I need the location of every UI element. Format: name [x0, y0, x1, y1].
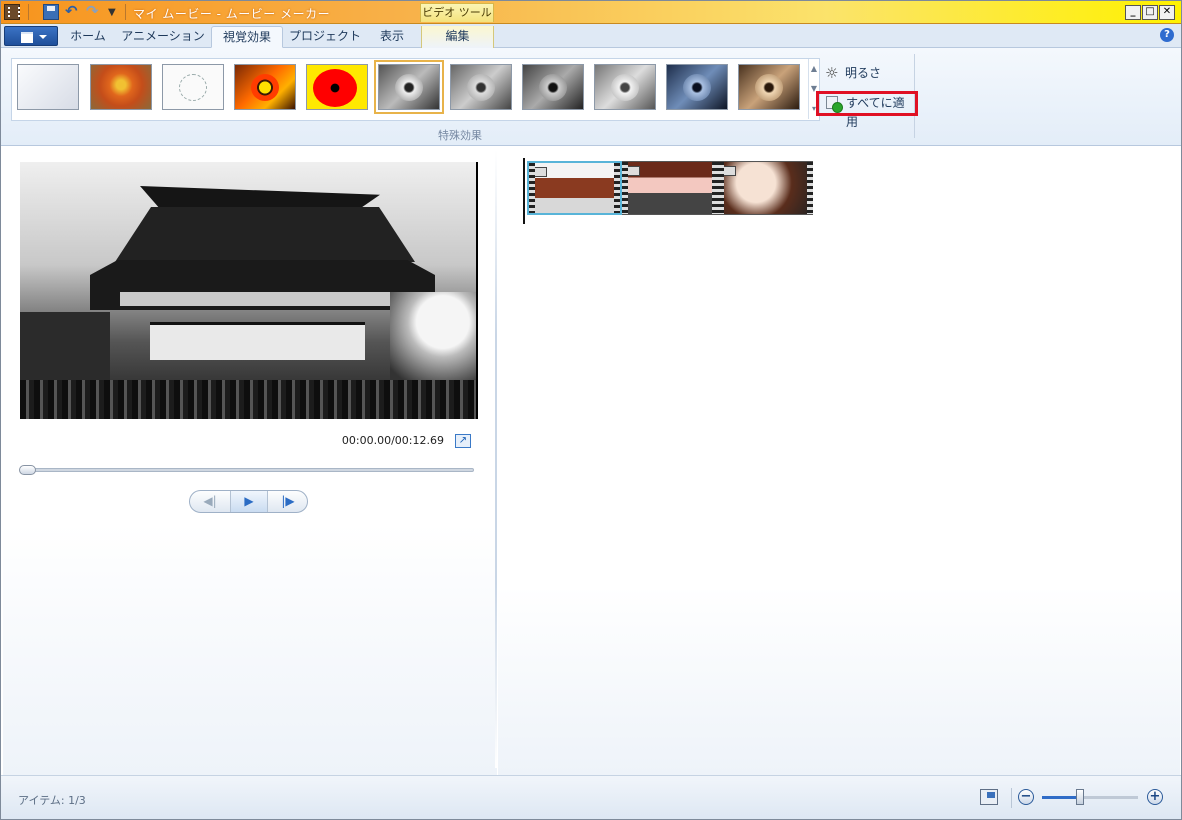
effect-thumb-threshold[interactable]: [306, 64, 368, 110]
flower: [611, 74, 639, 101]
status-separator: [1011, 788, 1012, 808]
tab-home[interactable]: ホーム: [62, 26, 114, 48]
effect-thumb-sepia[interactable]: [738, 64, 800, 110]
play-button[interactable]: ▶: [230, 491, 268, 512]
temple-roof-top: [140, 186, 380, 208]
qat-customize-dropdown-icon[interactable]: ▼: [108, 4, 116, 22]
gallery-scroll-up-button[interactable]: ▲: [808, 59, 819, 79]
zoom-in-button[interactable]: +: [1147, 789, 1163, 805]
item-count: アイテム: 1/3: [18, 794, 86, 807]
clip-video-icon: [533, 167, 547, 177]
clip-video-icon: [626, 166, 640, 176]
file-menu-button[interactable]: [4, 26, 58, 46]
apply-all-icon: [826, 96, 843, 113]
flower: [755, 74, 783, 101]
flower-outline: [179, 74, 207, 101]
fullscreen-icon[interactable]: ↗: [455, 434, 471, 448]
pane-splitter[interactable]: [495, 150, 497, 768]
zoom-slider-fill: [1042, 796, 1081, 799]
contextual-tab-group-label: ビデオ ツール: [420, 3, 494, 22]
video-preview[interactable]: [20, 162, 478, 419]
thumbnail-size-icon[interactable]: [980, 789, 998, 805]
previous-frame-button[interactable]: ◀|: [190, 491, 230, 512]
zoom-out-button[interactable]: −: [1018, 789, 1034, 805]
status-bar: アイテム: 1/3 − +: [0, 775, 1182, 820]
brightness-label: 明るさ: [845, 66, 882, 80]
effect-thumb-black-and-white-orange[interactable]: [450, 64, 512, 110]
effects-gallery: ▲ ▼ ▾: [11, 58, 820, 121]
seek-bar-thumb[interactable]: [19, 465, 36, 475]
flower: [313, 69, 357, 107]
storyboard-clip-1[interactable]: [527, 161, 622, 215]
effect-thumb-edge-detection[interactable]: [162, 64, 224, 110]
help-icon[interactable]: ?: [1160, 28, 1174, 42]
seek-bar[interactable]: [21, 468, 474, 472]
tab-visual-effects[interactable]: 視覚効果: [211, 26, 283, 48]
tab-view[interactable]: 表示: [368, 26, 416, 48]
tab-edit[interactable]: 編集: [421, 26, 494, 48]
effect-thumb-posterize[interactable]: [234, 64, 296, 110]
film-strip-edge: [622, 162, 628, 214]
crowd: [20, 380, 476, 419]
effect-thumb-blur[interactable]: [90, 64, 152, 110]
temple-sign-board: [120, 292, 420, 306]
undo-icon[interactable]: ↶: [65, 2, 78, 20]
flower: [251, 74, 279, 101]
temple-curtain: [150, 322, 365, 360]
film-strip-edge: [529, 163, 535, 213]
flower: [539, 74, 567, 101]
minimize-button[interactable]: _: [1125, 5, 1141, 20]
effect-thumb-cyanotype[interactable]: [666, 64, 728, 110]
tab-project[interactable]: プロジェクト: [288, 26, 362, 48]
window-title: マイ ムービー - ムービー メーカー: [133, 7, 331, 21]
save-icon[interactable]: [43, 4, 59, 20]
film-strip-edge: [807, 162, 813, 214]
flower: [683, 74, 711, 101]
temple-upper-story: [115, 207, 415, 262]
sun-icon: ☼: [825, 64, 839, 82]
film-strip-edge: [614, 163, 620, 213]
flower: [467, 74, 495, 101]
flower: [395, 74, 423, 101]
film-icon[interactable]: [4, 4, 20, 20]
storyboard-clip-2[interactable]: [622, 161, 718, 215]
clip-video-icon: [722, 166, 736, 176]
storyboard-clip-3[interactable]: [718, 161, 813, 215]
tab-animations[interactable]: アニメーション: [120, 26, 206, 48]
effect-thumb-none[interactable]: [17, 64, 79, 110]
effect-thumb-black-and-white[interactable]: [374, 60, 444, 114]
qat-separator: [28, 4, 29, 20]
playback-controls: ◀| ▶ |▶: [189, 490, 308, 513]
title-bar: ↶ ↷ ▼ マイ ムービー - ムービー メーカー ビデオ ツール _ □ ✕: [0, 0, 1182, 24]
effect-thumb-black-and-white-red[interactable]: [594, 64, 656, 110]
qat-separator: [125, 4, 126, 20]
ribbon: ▲ ▼ ▾ ☼ 明るさ 特殊効果: [0, 48, 1182, 146]
brightness-button[interactable]: ☼ 明るさ: [825, 63, 881, 83]
next-frame-button[interactable]: |▶: [268, 491, 308, 512]
ribbon-tab-row: ホーム アニメーション 視覚効果 プロジェクト 表示 編集 ?: [0, 24, 1182, 48]
apply-to-all-button[interactable]: すべてに適用: [816, 91, 918, 129]
playhead[interactable]: [523, 158, 525, 224]
effect-thumb-black-and-white-yellow[interactable]: [522, 64, 584, 110]
storyboard-pane: [498, 147, 1180, 775]
cherry-blossom-tree: [390, 292, 476, 392]
timecode-display: 00:00.00/00:12.69: [341, 434, 444, 447]
redo-icon[interactable]: ↷: [86, 2, 99, 20]
zoom-slider[interactable]: [1042, 796, 1138, 799]
maximize-button[interactable]: □: [1142, 5, 1158, 20]
film-strip-edge: [718, 162, 724, 214]
ribbon-group-label: 特殊効果: [438, 129, 482, 142]
close-button[interactable]: ✕: [1159, 5, 1175, 20]
zoom-slider-thumb[interactable]: [1076, 789, 1085, 805]
